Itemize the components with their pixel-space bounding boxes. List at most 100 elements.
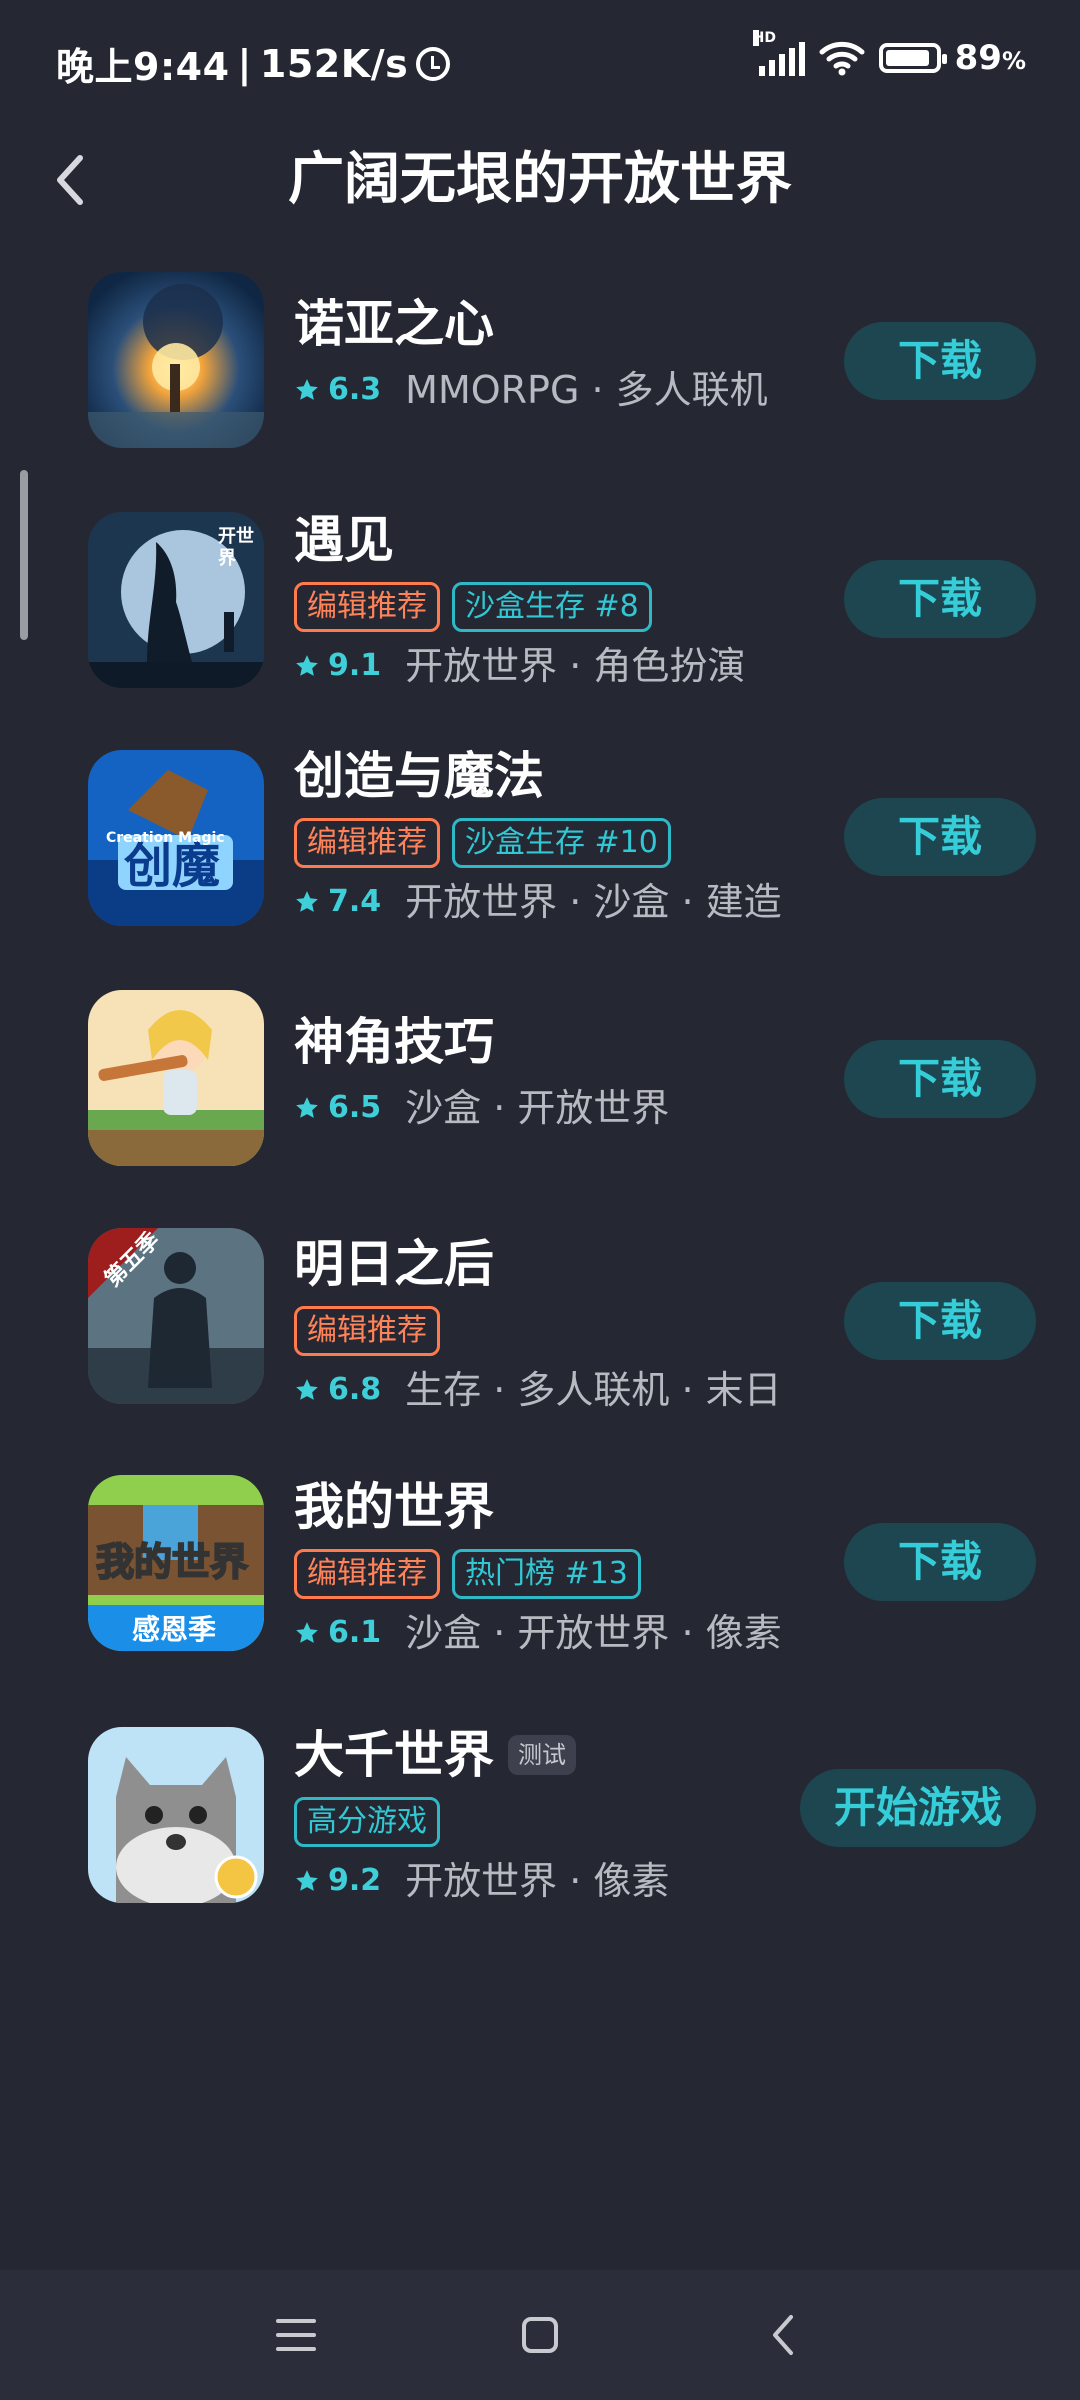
app-name[interactable]: 我的世界 <box>294 1475 782 1539</box>
alarm-icon <box>416 46 451 81</box>
battery-icon <box>878 43 947 73</box>
list-item[interactable]: 大千世界 测试 高分游戏 9.2 开放世界 · 像素 开始游戏 <box>0 1726 1080 1975</box>
app-genres: 开放世界 · 沙盒 · 建造 <box>405 880 782 924</box>
header: 广阔无垠的开放世界 <box>0 120 1080 240</box>
app-name-text: 我的世界 <box>294 1478 494 1536</box>
menu-button[interactable] <box>266 2305 326 2365</box>
home-button[interactable] <box>510 2305 570 2365</box>
tag-high-score[interactable]: 高分游戏 <box>294 1797 440 1847</box>
app-name[interactable]: 明日之后 <box>294 1232 782 1296</box>
app-genres: 开放世界 · 像素 <box>405 1859 670 1903</box>
star-icon <box>296 379 318 400</box>
status-time: 晚上9:44 <box>56 45 230 89</box>
app-meta: 9.1 开放世界 · 角色扮演 <box>294 642 745 690</box>
list-item[interactable]: 神角技巧 6.5 沙盒 · 开放世界 下载 <box>0 990 1080 1240</box>
app-name[interactable]: 大千世界 测试 <box>294 1723 669 1787</box>
status-right: HD 89% <box>752 30 1026 78</box>
list-item[interactable]: 我的世界 感恩季 我的世界 编辑推荐 热门榜 #13 6.1 沙盒 · 开放世界… <box>0 1475 1080 1735</box>
app-list: 诺亚之心 6.3 MMORPG · 多人联机 下载 开世界 遇见 编辑推荐 沙盒… <box>0 270 1080 1975</box>
app-rating: 6.5 <box>328 1090 382 1125</box>
page-title: 广阔无垠的开放世界 <box>288 147 792 212</box>
app-icon-daqian[interactable] <box>88 1727 264 1903</box>
app-icon-shenjiao[interactable] <box>88 990 264 1166</box>
tag-editor-pick[interactable]: 编辑推荐 <box>294 1306 440 1356</box>
star-icon <box>296 1097 318 1118</box>
star-icon <box>296 655 318 676</box>
list-item[interactable]: 第五季 明日之后 编辑推荐 6.8 生存 · 多人联机 · 末日 下载 <box>0 1228 1080 1485</box>
download-button[interactable]: 下载 <box>844 1040 1036 1118</box>
tag-rank[interactable]: 热门榜 #13 <box>452 1549 641 1599</box>
tag-rank[interactable]: 沙盒生存 #10 <box>452 818 671 868</box>
download-button[interactable]: 下载 <box>844 798 1036 876</box>
app-rating: 6.1 <box>328 1615 382 1650</box>
app-rating: 7.4 <box>328 884 382 919</box>
download-button[interactable]: 下载 <box>844 1282 1036 1360</box>
app-name-text: 诺亚之心 <box>294 295 494 353</box>
download-button[interactable]: 下载 <box>844 1523 1036 1601</box>
app-icon-yujian[interactable]: 开世界 <box>88 512 264 688</box>
nav-back-button[interactable] <box>754 2305 814 2365</box>
hd-label: HD <box>752 30 776 46</box>
tag-list: 编辑推荐 <box>294 1306 782 1356</box>
app-rating: 9.1 <box>328 648 382 683</box>
status-bar: 晚上9:44 | 152K/s HD 89% <box>0 0 1080 120</box>
app-icon-chuangzao[interactable]: 创魔 Creation Magic <box>88 750 264 926</box>
app-name-text: 创造与魔法 <box>294 747 544 805</box>
app-name[interactable]: 创造与魔法 <box>294 744 782 808</box>
tag-editor-pick[interactable]: 编辑推荐 <box>294 818 440 868</box>
download-button[interactable]: 下载 <box>844 560 1036 638</box>
app-rating: 6.3 <box>328 372 382 407</box>
download-button[interactable]: 下载 <box>844 322 1036 400</box>
app-meta: 7.4 开放世界 · 沙盒 · 建造 <box>294 878 782 926</box>
app-rating: 9.2 <box>328 1863 382 1898</box>
star-icon <box>296 1622 318 1643</box>
app-icon-noah[interactable] <box>88 272 264 448</box>
app-icon-mingri[interactable]: 第五季 <box>88 1228 264 1404</box>
app-name-text: 明日之后 <box>294 1235 494 1293</box>
tag-rank[interactable]: 沙盒生存 #8 <box>452 582 652 632</box>
app-genres: 生存 · 多人联机 · 末日 <box>405 1368 782 1412</box>
app-genres: 开放世界 · 角色扮演 <box>405 644 746 688</box>
tag-editor-pick[interactable]: 编辑推荐 <box>294 582 440 632</box>
app-meta: 6.3 MMORPG · 多人联机 <box>294 366 768 414</box>
battery-unit: % <box>1001 47 1026 75</box>
app-meta: 6.5 沙盒 · 开放世界 <box>294 1084 669 1132</box>
app-name-text: 遇见 <box>294 511 394 569</box>
tag-list: 编辑推荐 沙盒生存 #10 <box>294 818 782 868</box>
app-info: 我的世界 编辑推荐 热门榜 #13 6.1 沙盒 · 开放世界 · 像素 <box>294 1475 782 1657</box>
app-name-text: 神角技巧 <box>294 1013 494 1071</box>
wifi-icon <box>819 41 865 76</box>
app-genres: 沙盒 · 开放世界 · 像素 <box>405 1611 782 1655</box>
app-meta: 9.2 开放世界 · 像素 <box>294 1857 669 1905</box>
menu-icon <box>276 2319 316 2351</box>
app-name[interactable]: 神角技巧 <box>294 1010 669 1074</box>
app-meta: 6.8 生存 · 多人联机 · 末日 <box>294 1366 782 1414</box>
list-item[interactable]: 创魔 Creation Magic 创造与魔法 编辑推荐 沙盒生存 #10 7.… <box>0 747 1080 1000</box>
app-info: 遇见 编辑推荐 沙盒生存 #8 9.1 开放世界 · 角色扮演 <box>294 508 745 690</box>
app-meta: 6.1 沙盒 · 开放世界 · 像素 <box>294 1609 782 1657</box>
app-icon-minecraft[interactable]: 我的世界 感恩季 <box>88 1475 264 1651</box>
test-badge: 测试 <box>508 1735 576 1775</box>
app-info: 明日之后 编辑推荐 6.8 生存 · 多人联机 · 末日 <box>294 1232 782 1414</box>
list-item[interactable]: 开世界 遇见 编辑推荐 沙盒生存 #8 9.1 开放世界 · 角色扮演 下载 <box>0 510 1080 750</box>
app-name[interactable]: 遇见 <box>294 508 745 572</box>
battery-percent: 89% <box>955 38 1026 78</box>
star-icon <box>296 1870 318 1891</box>
tag-editor-pick[interactable]: 编辑推荐 <box>294 1549 440 1599</box>
app-info: 创造与魔法 编辑推荐 沙盒生存 #10 7.4 开放世界 · 沙盒 · 建造 <box>294 744 782 926</box>
signal-icon: HD <box>752 30 805 76</box>
system-nav-bar <box>0 2270 1080 2400</box>
start-game-button[interactable]: 开始游戏 <box>800 1769 1036 1847</box>
app-info: 神角技巧 6.5 沙盒 · 开放世界 <box>294 1010 669 1132</box>
icon-subtext: Creation Magic <box>106 830 225 846</box>
app-genres: 沙盒 · 开放世界 <box>405 1086 670 1130</box>
status-left: 晚上9:44 | 152K/s <box>56 36 451 91</box>
nav-back-icon <box>773 2315 793 2355</box>
list-item[interactable]: 诺亚之心 6.3 MMORPG · 多人联机 下载 <box>0 270 1080 510</box>
app-genres: MMORPG · 多人联机 <box>405 368 768 412</box>
status-speed: 152K/s <box>259 41 409 86</box>
app-name[interactable]: 诺亚之心 <box>294 292 768 356</box>
icon-text: 我的世界 <box>96 1540 248 1584</box>
star-icon <box>296 891 318 912</box>
app-rating: 6.8 <box>328 1372 382 1407</box>
